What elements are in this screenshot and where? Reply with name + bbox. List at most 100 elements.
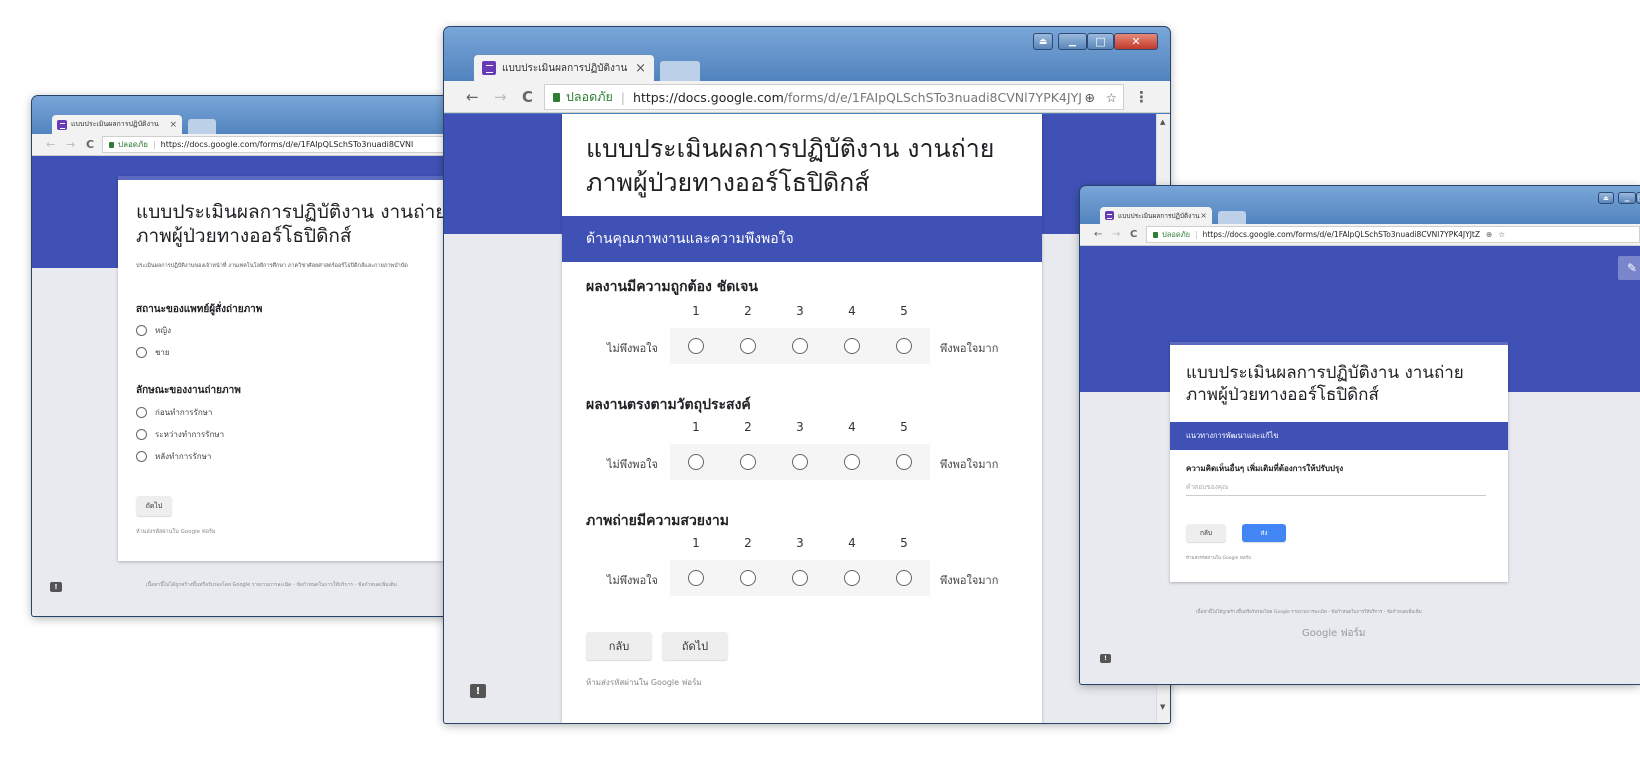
- password-warning: ห้ามส่งรหัสผ่านใน Google ฟอร์ม: [136, 529, 216, 535]
- radio-button[interactable]: [688, 454, 704, 470]
- forms-icon: [482, 61, 496, 75]
- next-button[interactable]: ถัดไป: [136, 496, 172, 516]
- form-title: แบบประเมินผลการปฏิบัติงาน งานถ่าย ภาพผู้…: [586, 134, 995, 197]
- address-bar[interactable]: ปลอดภัย | https://docs.google.com /forms…: [544, 84, 1124, 110]
- next-button[interactable]: ถัดไป: [662, 632, 728, 660]
- radio-button[interactable]: [740, 338, 756, 354]
- back-button[interactable]: กลับ: [586, 632, 652, 660]
- question-title: ลักษณะของงานถ่ายภาพ: [136, 385, 241, 396]
- maximize-button[interactable]: □: [1087, 33, 1114, 50]
- radio-button[interactable]: [844, 338, 860, 354]
- forward-icon[interactable]: →: [66, 138, 75, 151]
- back-icon[interactable]: ←: [46, 138, 55, 151]
- browser-window-left: แบบประเมินผลการปฏิบัติงาน × ← → C ปลอดภั…: [32, 96, 470, 616]
- back-button[interactable]: กลับ: [1186, 524, 1226, 542]
- section-header: ด้านคุณภาพงานและความพึงพอใจ: [562, 216, 1042, 262]
- edit-icon[interactable]: ✎: [1618, 256, 1640, 280]
- submit-button[interactable]: ส่ง: [1242, 524, 1286, 542]
- reload-icon[interactable]: C: [522, 88, 533, 106]
- page-footer: เนื้อหานี้ไม่ได้ถูกสร้างขึ้นหรือรับรองโด…: [146, 582, 397, 588]
- feedback-icon[interactable]: !: [470, 684, 486, 698]
- answer-input[interactable]: คำตอบของคุณ: [1186, 482, 1486, 496]
- star-icon[interactable]: ☆: [1498, 230, 1505, 239]
- feedback-icon[interactable]: !: [50, 582, 62, 592]
- radio-option[interactable]: ก่อนทำการรักษา: [136, 406, 212, 419]
- zoom-icon[interactable]: ⊕: [1486, 230, 1492, 239]
- forward-icon[interactable]: →: [1112, 229, 1120, 240]
- tab-close-icon[interactable]: ×: [635, 61, 646, 76]
- radio-option[interactable]: ระหว่างทำการรักษา: [136, 428, 224, 441]
- close-button[interactable]: ✕: [1114, 33, 1158, 50]
- radio-option[interactable]: หลังทำการรักษา: [136, 450, 211, 463]
- radio-button[interactable]: [896, 338, 912, 354]
- question-title: ผลงานมีความถูกต้อง ชัดเจน: [586, 279, 758, 295]
- radio-button[interactable]: [844, 570, 860, 586]
- radio-button[interactable]: [792, 338, 808, 354]
- radio-button[interactable]: [792, 570, 808, 586]
- browser-tab[interactable]: แบบประเมินผลการปฏิบัติงาน ×: [474, 55, 654, 81]
- browser-tab[interactable]: แบบประเมินผลการปฏิบัติงาน ×: [1100, 207, 1212, 224]
- menu-icon[interactable]: ⋮: [1134, 88, 1149, 106]
- scroll-down-icon[interactable]: ▼: [1160, 703, 1165, 711]
- radio-button[interactable]: [136, 347, 147, 358]
- page-footer: เนื้อหานี้ไม่ได้ถูกสร้างขึ้นหรือรับรองโด…: [1196, 610, 1422, 615]
- zoom-icon[interactable]: ⊕: [1080, 89, 1095, 105]
- radio-button[interactable]: [136, 451, 147, 462]
- radio-option[interactable]: ชาย: [136, 346, 170, 359]
- scale-low-label: ไม่พึงพอใจ: [606, 458, 658, 471]
- tab-close-icon[interactable]: ×: [1200, 211, 1207, 220]
- radio-button[interactable]: [136, 429, 147, 440]
- reload-icon[interactable]: C: [86, 138, 94, 151]
- scale-high-label: พึงพอใจมาก: [940, 342, 999, 355]
- forward-icon[interactable]: →: [494, 88, 507, 106]
- radio-button[interactable]: [136, 325, 147, 336]
- maximize-button[interactable]: □: [1636, 192, 1640, 204]
- radio-button[interactable]: [688, 338, 704, 354]
- radio-button[interactable]: [688, 570, 704, 586]
- radio-button[interactable]: [740, 454, 756, 470]
- browser-tab[interactable]: แบบประเมินผลการปฏิบัติงาน ×: [52, 115, 182, 134]
- lock-icon: [109, 141, 114, 148]
- new-tab-button[interactable]: [188, 119, 216, 134]
- lock-icon: [1153, 231, 1158, 238]
- password-warning: ห้ามส่งรหัสผ่านใน Google ฟอร์ม: [1186, 556, 1252, 561]
- page-viewport: ✎ แบบประเมินผลการปฏิบัติงาน งานถ่าย ภาพผ…: [1080, 246, 1640, 684]
- back-icon[interactable]: ←: [1094, 229, 1102, 240]
- radio-button[interactable]: [896, 454, 912, 470]
- new-tab-button[interactable]: [1218, 211, 1246, 224]
- radio-button[interactable]: [740, 570, 756, 586]
- new-tab-button[interactable]: [660, 61, 700, 81]
- user-icon[interactable]: ⏏: [1598, 192, 1614, 204]
- minimize-button[interactable]: ▁: [1618, 192, 1636, 204]
- feedback-icon[interactable]: !: [1100, 654, 1111, 663]
- reload-icon[interactable]: C: [1130, 229, 1137, 240]
- radio-button[interactable]: [792, 454, 808, 470]
- question-title: ความคิดเห็นอื่นๆ เพิ่มเติมที่ต้องการให้ป…: [1186, 464, 1344, 473]
- scale-numbers: 1 2 3 4 5: [692, 420, 908, 434]
- google-forms-brand: Google ฟอร์ม: [1302, 628, 1366, 639]
- form-card: แบบประเมินผลการปฏิบัติงาน งานถ่าย ภาพผู้…: [1170, 342, 1508, 582]
- radio-button[interactable]: [896, 570, 912, 586]
- scale-numbers: 1 2 3 4 5: [692, 536, 908, 550]
- url-text: https://docs.google.com/forms/d/e/1FAIpQ…: [160, 140, 414, 149]
- tab-close-icon[interactable]: ×: [169, 120, 177, 130]
- page-viewport: แบบประเมินผลการปฏิบัติงาน งานถ่าย ภาพผู้…: [444, 114, 1156, 723]
- radio-button[interactable]: [844, 454, 860, 470]
- radio-button[interactable]: [136, 407, 147, 418]
- user-icon[interactable]: ⏏: [1033, 33, 1053, 50]
- forms-icon: [57, 119, 67, 130]
- lock-icon: [553, 92, 560, 102]
- question-title: ผลงานตรงตามวัตถุประสงค์: [586, 397, 751, 413]
- address-bar[interactable]: ปลอดภัย | https://docs.google.com/forms/…: [1146, 226, 1640, 243]
- address-bar[interactable]: ปลอดภัย | https://docs.google.com/forms/…: [102, 136, 470, 153]
- minimize-button[interactable]: ▁: [1058, 33, 1087, 50]
- section-header: แนวทางการพัฒนาและแก้ไข: [1170, 422, 1508, 450]
- radio-option[interactable]: หญิง: [136, 324, 171, 337]
- password-warning: ห้ามส่งรหัสผ่านใน Google ฟอร์ม: [586, 678, 702, 687]
- scroll-up-icon[interactable]: ▲: [1160, 118, 1165, 126]
- url-text: https://docs.google.com/forms/d/e/1FAIpQ…: [1202, 230, 1481, 239]
- back-icon[interactable]: ←: [466, 88, 479, 106]
- form-card: แบบประเมินผลการปฏิบัติงาน งานถ่าย ภาพผู้…: [118, 176, 470, 561]
- browser-window-right: ⏏ ▁ □ แบบประเมินผลการปฏิบัติงาน × ← → C …: [1080, 186, 1640, 684]
- star-icon[interactable]: ☆: [1105, 89, 1117, 105]
